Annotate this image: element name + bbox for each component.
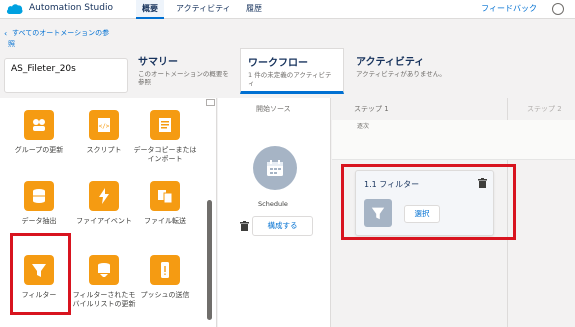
tab-history[interactable]: 履歴	[240, 0, 268, 19]
start-source-header: 開始ソース	[256, 105, 291, 113]
highlight-box-step	[341, 164, 516, 240]
schedule-label: Schedule	[258, 200, 288, 208]
data-extract-icon[interactable]	[24, 181, 54, 211]
mobile-list-filter-icon[interactable]	[89, 255, 119, 285]
schedule-node[interactable]	[253, 146, 297, 190]
trash-icon[interactable]	[240, 221, 249, 231]
chevron-left-icon: ‹	[4, 29, 8, 38]
tab-summary[interactable]: サマリー このオートメーションの概要を参照	[131, 48, 236, 94]
palette-item-label: グループの更新	[14, 146, 64, 154]
palette-item-label: フィルターされたモバイルリストの更新	[72, 291, 136, 308]
fire-event-icon[interactable]	[89, 181, 119, 211]
highlight-box-filter	[10, 233, 71, 315]
workflow-title: ワークフロー	[248, 58, 308, 69]
activity-desc: アクティビティがありません。	[356, 70, 446, 78]
back-link-label[interactable]: すべてのオートメーションの参	[12, 28, 109, 38]
summary-desc: このオートメーションの概要を参照	[138, 70, 229, 86]
script-icon[interactable]: </>	[89, 110, 119, 140]
palette-item-label: ファイアイベント	[76, 217, 132, 225]
palette-item-label: データコピーまたはインポート	[133, 146, 197, 163]
palette-scrollbar[interactable]	[207, 200, 212, 320]
activity-title: アクティビティ	[356, 57, 425, 68]
palette-item-label: スクリプト	[86, 146, 122, 154]
feedback-link[interactable]: フィードバック	[481, 3, 537, 14]
workflow-desc: 1 件の未定義のアクティビティ	[248, 71, 332, 87]
tab-activities[interactable]: アクティビティ	[170, 0, 237, 19]
file-transfer-icon[interactable]	[150, 181, 180, 211]
back-link-label-cont[interactable]: 照	[8, 39, 15, 49]
step1-sub: 逐次	[357, 123, 370, 130]
tab-workflow[interactable]: ワークフロー 1 件の未定義のアクティビティ	[240, 48, 344, 94]
tab-overview[interactable]: 概要	[136, 0, 164, 19]
app-title: Automation Studio	[29, 3, 113, 13]
palette-item-label: データ抽出	[21, 217, 57, 225]
palette-item-label: ファイル転送	[144, 217, 186, 225]
svg-text:</>: </>	[99, 123, 110, 130]
data-import-icon[interactable]	[150, 110, 180, 140]
start-source-column	[218, 98, 331, 327]
summary-title: サマリー	[138, 57, 178, 68]
top-nav: Automation Studio 概要 アクティビティ 履歴 フィードバック	[0, 0, 575, 19]
configure-button[interactable]: 構成する	[252, 216, 313, 236]
salesforce-cloud-icon	[6, 4, 23, 14]
automation-name-field[interactable]: AS_Fileter_20s	[4, 58, 128, 93]
help-icon[interactable]	[552, 3, 564, 15]
collapse-panel-icon[interactable]	[206, 99, 215, 106]
automation-name: AS_Fileter_20s	[11, 64, 76, 74]
group-refresh-icon[interactable]	[24, 110, 54, 140]
palette-item-label: プッシュの送信	[140, 291, 190, 299]
calendar-icon	[267, 160, 283, 176]
step2-header: ステップ 2	[527, 105, 562, 113]
push-send-icon[interactable]	[150, 255, 180, 285]
tab-activity-card[interactable]: アクティビティ アクティビティがありません。	[349, 48, 459, 94]
